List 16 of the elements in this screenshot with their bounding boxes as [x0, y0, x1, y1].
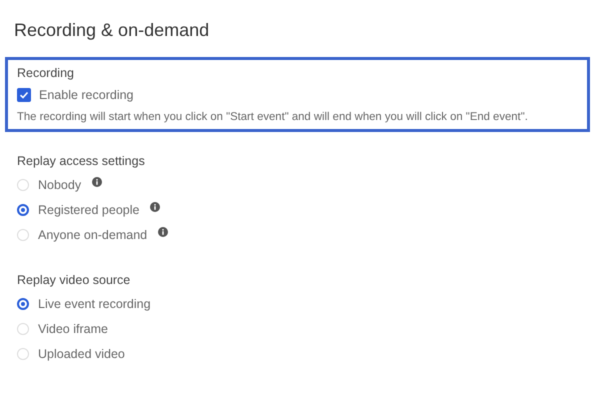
section-heading: Replay access settings	[17, 154, 146, 168]
radio-button[interactable]	[17, 298, 29, 310]
radio-label: Nobody	[38, 178, 82, 192]
description-text: The recording will start when you click on "Start event" and will end when you will click on "End event".	[17, 111, 529, 123]
section-heading: Replay video source	[17, 273, 132, 287]
checkmark-icon	[19, 90, 29, 100]
radio-label: Anyone on-demand	[38, 228, 148, 242]
page-title: Recording & on-demand	[14, 20, 210, 41]
radio-button[interactable]	[17, 204, 29, 216]
radio-label: Video iframe	[38, 322, 108, 336]
checkbox-label: Enable recording	[39, 88, 134, 102]
radio-label: Registered people	[38, 202, 140, 216]
radio-label: Live event recording	[38, 296, 151, 310]
radio-label: Uploaded video	[38, 346, 125, 360]
checkbox[interactable]	[17, 88, 31, 102]
section-heading: Recording	[17, 66, 75, 80]
